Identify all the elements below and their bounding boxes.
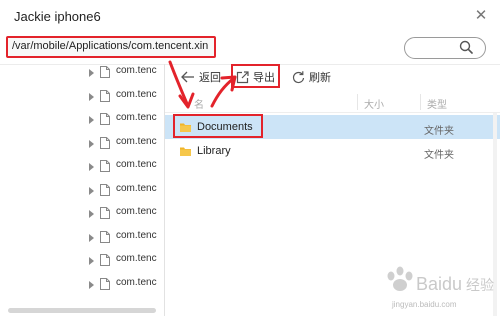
watermark-url: jingyan.baidu.com xyxy=(392,300,457,309)
watermark-brand: Baidu xyxy=(416,274,462,294)
watermark-brand-cn: 经验 xyxy=(466,278,494,294)
